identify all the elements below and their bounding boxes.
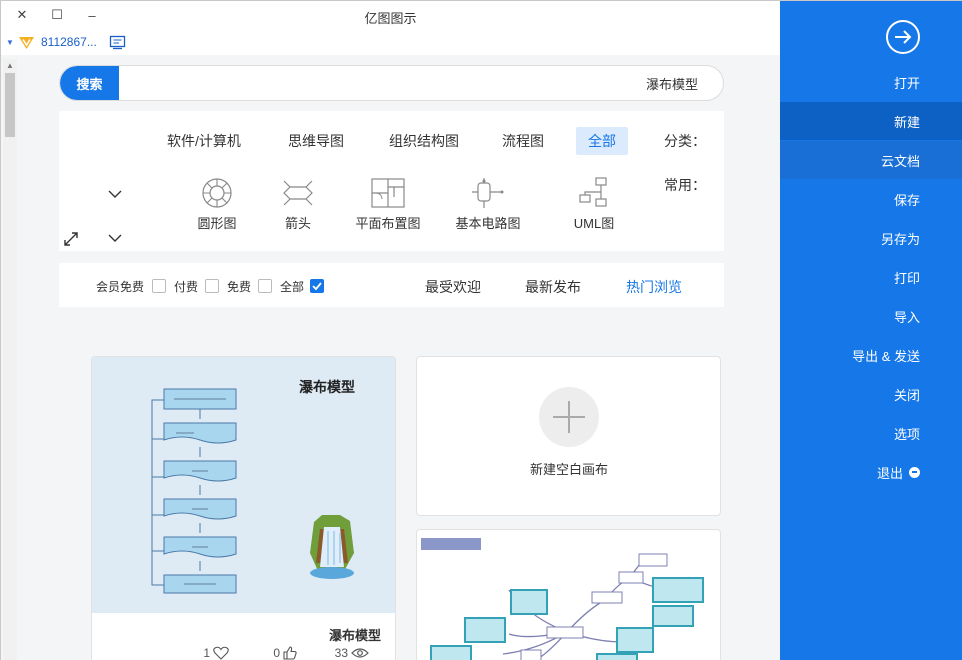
circuit-diagram-icon <box>472 178 504 208</box>
menu-cloud-docs[interactable]: 云文档 <box>780 141 962 179</box>
common-circle-chart[interactable]: 圆形图 <box>172 177 262 232</box>
filter-free-checkbox[interactable] <box>258 279 272 293</box>
checkmark-icon <box>312 282 322 291</box>
sort-newest[interactable]: 最新发布 <box>525 277 581 297</box>
menu-exit-label: 退出 <box>876 465 903 481</box>
title-bar: ✕ ☐ – 亿图图示 <box>1 1 780 31</box>
uml-diagram-icon <box>579 177 607 207</box>
category-mind-map[interactable]: 思维导图 <box>276 127 356 155</box>
favorite-count[interactable]: 1 <box>203 646 229 660</box>
sort-hot[interactable]: 热门浏览 <box>626 277 682 297</box>
filter-panel: 分类： 全部 流程图 组织结构图 思维导图 软件/计算机 常用： UML图 基本… <box>59 111 724 251</box>
common-item-label: UML图 <box>573 216 615 231</box>
thumbs-up-icon <box>283 646 297 660</box>
like-count-value: 0 <box>273 646 280 660</box>
template-card-waterfall[interactable]: 瀑布模型 瀑布模型 33 0 1 <box>91 356 396 660</box>
scrollbar-thumb[interactable] <box>5 73 15 137</box>
template-preview: 瀑布模型 <box>92 357 395 613</box>
add-icon <box>539 387 599 447</box>
menu-exit[interactable]: 退出 <box>780 453 962 491</box>
common-item-label: 基本电路图 <box>455 216 521 231</box>
common-arrow[interactable]: 箭头 <box>253 177 343 232</box>
view-count: 33 <box>335 646 369 660</box>
menu-close[interactable]: 关闭 <box>780 375 962 413</box>
common-item-label: 圆形图 <box>197 216 237 231</box>
new-blank-label: 新建空白画布 <box>529 462 608 477</box>
view-count-value: 33 <box>334 646 348 660</box>
menu-export-send[interactable]: 导出 & 发送 <box>780 336 962 374</box>
menu-save[interactable]: 保存 <box>780 180 962 218</box>
chevron-down-icon[interactable]: ▼ <box>6 38 14 47</box>
favorite-count-value: 1 <box>203 646 210 660</box>
sort-bar: 热门浏览 最新发布 最受欢迎 全部 免费 付费 会员免费 <box>59 263 724 307</box>
vertical-scrollbar[interactable]: ▲ <box>3 59 17 660</box>
filter-all-label: 全部 <box>280 280 305 294</box>
vip-badge-icon <box>19 37 34 49</box>
search-input[interactable] <box>130 66 710 100</box>
category-label: 分类： <box>664 133 706 149</box>
template-card-mindmap[interactable] <box>416 529 721 660</box>
user-bar: ▼ 8112867... <box>1 31 780 55</box>
filter-paid-checkbox[interactable] <box>205 279 219 293</box>
chevron-down-icon[interactable] <box>107 230 123 246</box>
category-software[interactable]: 软件/计算机 <box>155 127 253 155</box>
filter-all-checkbox[interactable] <box>310 279 324 293</box>
expand-icon[interactable] <box>64 232 78 246</box>
common-item-label: 平面布置图 <box>355 216 421 231</box>
heart-icon <box>213 646 229 660</box>
menu-import[interactable]: 导入 <box>780 297 962 335</box>
menu-save-as[interactable]: 另存为 <box>780 219 962 257</box>
common-floor-plan[interactable]: 平面布置图 <box>343 177 433 232</box>
menu-options[interactable]: 选项 <box>780 414 962 452</box>
category-all[interactable]: 全部 <box>576 127 628 155</box>
chevron-down-icon[interactable] <box>107 186 123 202</box>
common-uml[interactable]: UML图 <box>549 177 639 232</box>
category-org-chart[interactable]: 组织结构图 <box>377 127 471 155</box>
exit-icon <box>909 466 920 478</box>
eye-icon <box>351 648 369 658</box>
menu-print[interactable]: 打印 <box>780 258 962 296</box>
circle-chart-icon <box>202 178 232 208</box>
filter-vip-free-label: 会员免费 <box>96 280 145 294</box>
preview-title: 瀑布模型 <box>299 379 355 395</box>
file-menu-sidebar: 打开 新建 云文档 保存 另存为 打印 导入 导出 & 发送 关闭 选项 退出 <box>780 1 962 660</box>
scroll-up-arrow-icon[interactable]: ▲ <box>6 61 14 70</box>
sort-most-liked[interactable]: 最受欢迎 <box>425 277 481 297</box>
common-basic-circuit[interactable]: 基本电路图 <box>443 177 533 232</box>
user-id[interactable]: 8112867... <box>41 35 97 49</box>
arrow-shapes-icon <box>283 180 313 206</box>
window-title: 亿图图示 <box>364 11 417 26</box>
search-button[interactable]: 搜索 <box>60 66 119 100</box>
message-icon[interactable] <box>109 35 126 50</box>
mindmap-thumbnail <box>421 538 704 660</box>
filter-vip-free-checkbox[interactable] <box>152 279 166 293</box>
app-window: ✕ ☐ – 亿图图示 ▼ 8112867... ▲ 搜索 分类： <box>0 0 962 660</box>
template-gallery: ▲ 搜索 分类： 全部 流程图 组织结构图 思维导图 软件/计算机 常用： <box>1 55 780 660</box>
filter-paid-label: 付费 <box>174 280 199 294</box>
template-title[interactable]: 瀑布模型 <box>329 625 381 644</box>
common-item-label: 箭头 <box>284 216 311 231</box>
like-count[interactable]: 0 <box>273 646 297 660</box>
filter-free-label: 免费 <box>227 280 252 294</box>
back-arrow-icon[interactable] <box>885 19 921 55</box>
common-label: 常用： <box>664 177 706 193</box>
search-bar: 搜索 <box>59 65 724 101</box>
menu-open[interactable]: 打开 <box>780 63 962 101</box>
new-blank-canvas-card[interactable]: 新建空白画布 <box>416 356 721 516</box>
menu-new[interactable]: 新建 <box>780 102 962 140</box>
floor-plan-icon <box>371 178 405 208</box>
category-flowchart[interactable]: 流程图 <box>490 127 556 155</box>
